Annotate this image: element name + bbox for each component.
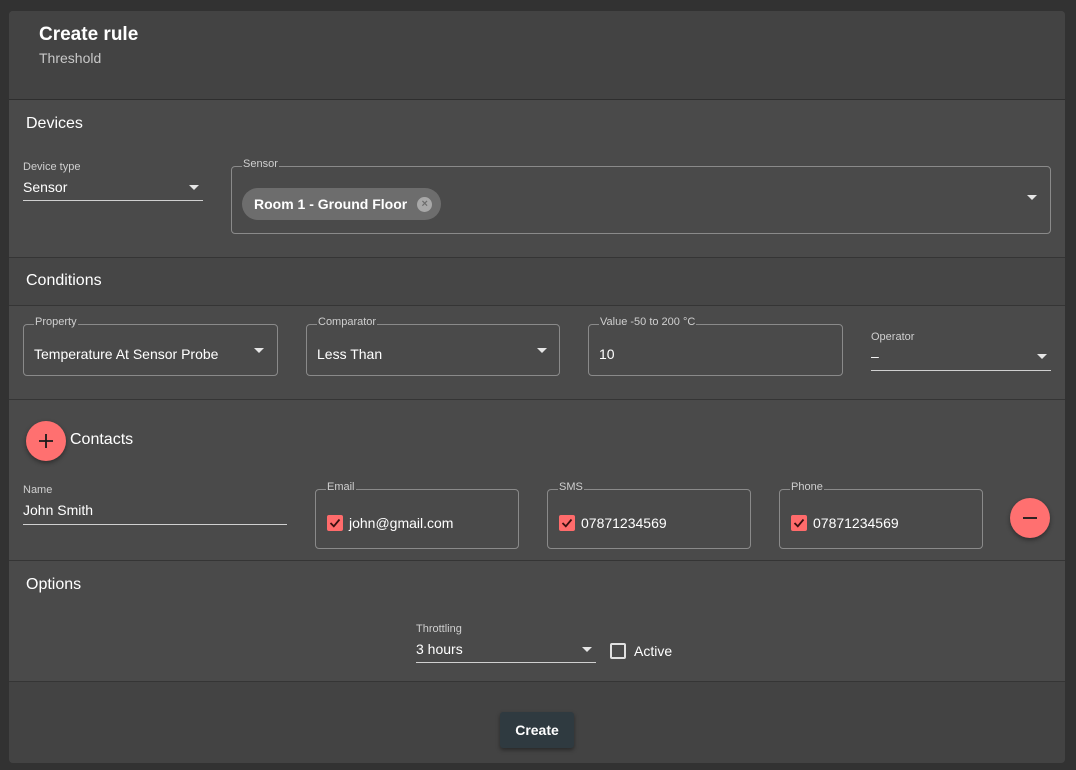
dialog-subtitle: Threshold (39, 50, 102, 66)
chip-remove-icon[interactable]: × (417, 197, 433, 212)
property-value: Temperature At Sensor Probe (34, 346, 219, 362)
comparator-value: Less Than (317, 346, 383, 362)
sensor-chip[interactable]: Room 1 - Ground Floor × (242, 188, 442, 220)
dropdown-arrow-icon (1037, 354, 1047, 359)
dropdown-arrow-icon (254, 348, 264, 353)
active-label: Active (634, 643, 673, 659)
sensor-chip-label: Room 1 - Ground Floor (254, 196, 408, 212)
property-label: Property (34, 316, 78, 328)
phone-field[interactable]: Phone 07871234569 (779, 481, 983, 549)
dialog-title: Create rule (39, 24, 139, 45)
contacts-section: Contacts Name John Smith Email john@gmai… (9, 400, 1065, 561)
sms-label: SMS (558, 481, 584, 493)
sms-checkbox[interactable] (559, 515, 575, 531)
device-type-underline (23, 200, 203, 201)
throttling-underline (416, 662, 596, 663)
checkbox-checked-icon (561, 518, 573, 528)
devices-section: Devices Device type Sensor Sensor Room 1… (9, 100, 1065, 258)
throttling-value: 3 hours (416, 641, 463, 657)
email-field[interactable]: Email john@gmail.com (315, 481, 519, 549)
checkbox-checked-icon (329, 518, 341, 528)
property-select[interactable]: Property Temperature At Sensor Probe (23, 316, 278, 376)
sensor-select[interactable]: Sensor Room 1 - Ground Floor × (231, 158, 1051, 234)
comparator-label: Comparator (317, 316, 378, 328)
sms-value: 07871234569 (581, 515, 667, 531)
value-text: 10 (599, 346, 615, 362)
contact-name-underline (23, 524, 287, 525)
dropdown-arrow-icon (537, 348, 547, 353)
device-type-label: Device type (23, 161, 81, 173)
operator-underline (871, 370, 1051, 371)
operator-label: Operator (871, 331, 915, 343)
checkbox-checked-icon (793, 518, 805, 528)
email-value: john@gmail.com (349, 515, 454, 531)
value-label: Value -50 to 200 °C (599, 316, 697, 328)
phone-value: 07871234569 (813, 515, 899, 531)
add-icon (39, 434, 53, 448)
conditions-section: Property Temperature At Sensor Probe Com… (9, 306, 1065, 400)
dropdown-arrow-icon (1027, 195, 1037, 200)
checkbox-unchecked-icon[interactable] (610, 643, 626, 659)
device-type-value: Sensor (23, 179, 68, 195)
value-input[interactable]: Value -50 to 200 °C 10 (588, 316, 843, 376)
phone-checkbox[interactable] (791, 515, 807, 531)
options-section: Options Throttling 3 hours Active (9, 561, 1065, 682)
conditions-header: Conditions (9, 258, 1065, 306)
dialog-header: Create rule Threshold (9, 11, 1065, 100)
contact-name-label: Name (23, 484, 53, 496)
conditions-title: Conditions (26, 272, 102, 289)
sensor-label: Sensor (242, 158, 279, 170)
add-contact-button[interactable] (26, 421, 66, 461)
throttling-label: Throttling (416, 623, 462, 635)
create-rule-dialog: Create rule Threshold Devices Device typ… (9, 11, 1065, 763)
options-title: Options (26, 576, 82, 593)
dropdown-arrow-icon (189, 185, 199, 190)
remove-icon (1023, 517, 1037, 519)
create-button[interactable]: Create (500, 712, 574, 748)
sms-field[interactable]: SMS 07871234569 (547, 481, 751, 549)
remove-contact-button[interactable] (1010, 498, 1050, 538)
contacts-title: Contacts (70, 431, 134, 448)
email-checkbox[interactable] (327, 515, 343, 531)
contact-name-value: John Smith (23, 502, 94, 518)
phone-label: Phone (790, 481, 824, 493)
email-label: Email (326, 481, 356, 493)
dropdown-arrow-icon (582, 647, 592, 652)
dialog-footer: Create (9, 682, 1065, 763)
devices-title: Devices (26, 115, 83, 132)
operator-value: – (871, 348, 879, 364)
comparator-select[interactable]: Comparator Less Than (306, 316, 560, 376)
